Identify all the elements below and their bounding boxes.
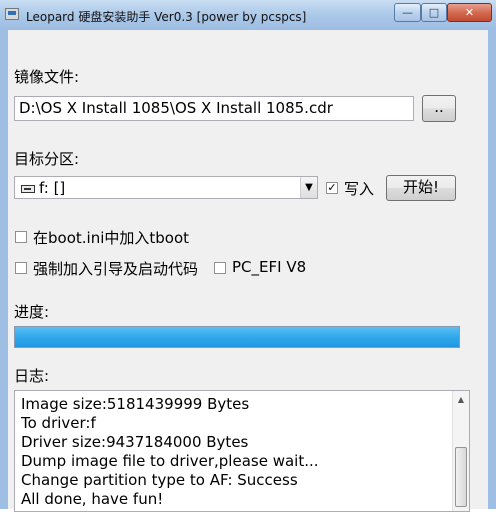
image-file-label: 镜像文件: (14, 68, 80, 86)
force-boot-checkbox[interactable] (15, 262, 27, 274)
log-line: Image size:5181439999 Bytes (21, 395, 250, 413)
progress-bar (14, 326, 460, 348)
partition-select-value: f: [] (39, 179, 66, 197)
minimize-button[interactable]: — (394, 3, 421, 22)
write-checkbox-label: 写入 (344, 180, 375, 198)
log-lines: Image size:5181439999 Bytes To driver:f Dr… (21, 395, 319, 509)
title-bar[interactable]: Leopard 硬盘安装助手 Ver0.3 [power by pcspcs] … (0, 0, 496, 30)
log-line: Driver size:9437184000 Bytes (21, 433, 249, 451)
window-title: Leopard 硬盘安装助手 Ver0.3 [power by pcspcs] (26, 10, 307, 24)
partition-select[interactable]: f: [] ▼ (14, 176, 318, 199)
progress-bar-fill (15, 327, 459, 347)
app-window: Leopard 硬盘安装助手 Ver0.3 [power by pcspcs] … (0, 0, 496, 512)
browse-button[interactable]: .. (422, 95, 456, 122)
start-button[interactable]: 开始! (386, 175, 456, 201)
pc-efi-checkbox[interactable] (214, 262, 226, 274)
log-line: Change partition type to AF: Success (21, 471, 298, 489)
log-label: 日志: (14, 367, 50, 385)
scroll-thumb[interactable] (455, 447, 467, 507)
target-partition-label: 目标分区: (14, 150, 80, 168)
tboot-checkbox[interactable] (15, 231, 27, 243)
app-icon (5, 8, 19, 20)
write-checkbox[interactable] (326, 182, 338, 194)
tboot-checkbox-label: 在boot.ini中加入tboot (33, 229, 190, 247)
log-line: To driver:f (21, 414, 96, 432)
client-area: 镜像文件: D:\OS X Install 1085\OS X Install … (8, 30, 488, 512)
scroll-up-icon[interactable]: ▲ (453, 391, 469, 408)
log-line: All done, have fun! (21, 490, 164, 508)
chevron-down-icon[interactable]: ▼ (300, 177, 317, 198)
close-button[interactable]: ✕ (447, 3, 492, 22)
log-output[interactable]: Image size:5181439999 Bytes To driver:f Dr… (14, 390, 470, 512)
force-boot-checkbox-label: 强制加入引导及启动代码 (33, 260, 199, 278)
log-scrollbar[interactable]: ▲ (452, 391, 469, 511)
maximize-button[interactable]: □ (421, 3, 447, 22)
log-line: Dump image file to driver,please wait... (21, 452, 319, 470)
pc-efi-checkbox-label: PC_EFI V8 (232, 258, 307, 276)
drive-icon (21, 185, 35, 193)
image-path-input[interactable]: D:\OS X Install 1085\OS X Install 1085.c… (14, 96, 414, 121)
progress-label: 进度: (14, 303, 50, 321)
